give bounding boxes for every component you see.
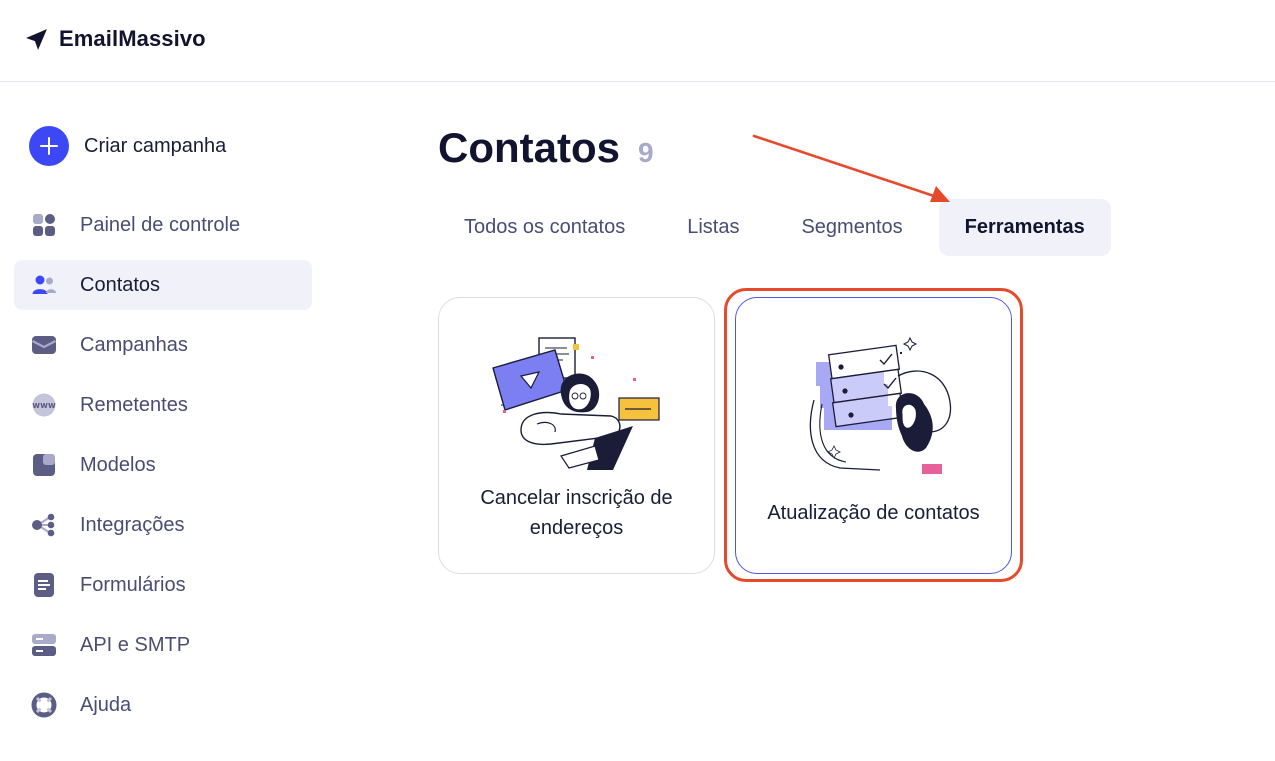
- sidebar-nav: Painel de controle Contatos Campanhas ww…: [14, 200, 312, 740]
- sidebar-item-label: Modelos: [80, 453, 156, 476]
- sidebar-item-contatos[interactable]: Contatos: [14, 260, 312, 310]
- create-campaign-button[interactable]: Criar campanha: [29, 126, 226, 166]
- server-icon: [31, 632, 57, 658]
- sidebar-item-api-smtp[interactable]: API e SMTP: [14, 620, 312, 670]
- annotation-arrow-icon: [752, 134, 950, 202]
- contact-update-card[interactable]: Atualização de contatos: [735, 297, 1012, 574]
- contact-update-illustration: [809, 336, 952, 474]
- sidebar-item-label: Painel de controle: [80, 213, 241, 236]
- contacts-icon: [31, 272, 57, 298]
- form-icon: [31, 572, 57, 598]
- page-title-text: Contatos: [438, 124, 620, 171]
- sidebar-item-label: Remetentes: [80, 393, 188, 416]
- sidebar-item-modelos[interactable]: Modelos: [14, 440, 312, 490]
- sidebar-item-painel[interactable]: Painel de controle: [14, 200, 312, 250]
- www-icon: www: [31, 392, 57, 418]
- page-title: Contatos 9: [438, 124, 654, 172]
- tab-todos-os-contatos[interactable]: Todos os contatos: [438, 199, 651, 256]
- sidebar-item-ajuda[interactable]: Ajuda: [14, 680, 312, 730]
- integrations-icon: [31, 512, 57, 538]
- template-icon: [31, 452, 57, 478]
- sidebar-item-integracoes[interactable]: Integrações: [14, 500, 312, 550]
- sidebar-item-label: Formulários: [80, 573, 186, 596]
- lifebuoy-icon: [31, 692, 57, 718]
- sidebar-item-formularios[interactable]: Formulários: [14, 560, 312, 610]
- sidebar-item-label: Integrações: [80, 513, 185, 536]
- brand-logo[interactable]: EmailMassivo: [24, 26, 206, 52]
- contacts-tabs: Todos os contatos Listas Segmentos Ferra…: [438, 199, 1111, 256]
- unsubscribe-card[interactable]: Cancelar inscrição de endereços: [438, 297, 715, 574]
- contact-update-card-label: Atualização de contatos: [767, 502, 980, 524]
- svg-text:www: www: [32, 401, 56, 411]
- campaign-icon: [31, 332, 57, 358]
- sidebar-item-label: Ajuda: [80, 693, 132, 716]
- sidebar-item-label: API e SMTP: [80, 633, 191, 656]
- unsubscribe-card-label: Cancelar inscrição de endereços: [480, 487, 673, 539]
- contacts-count: 9: [638, 137, 654, 168]
- top-bar: EmailMassivo: [0, 0, 1275, 82]
- plus-icon: [29, 126, 69, 166]
- sidebar-item-label: Contatos: [80, 273, 161, 296]
- unsubscribe-illustration: [492, 337, 660, 470]
- brand-name: EmailMassivo: [59, 26, 206, 51]
- sidebar-item-campanhas[interactable]: Campanhas: [14, 320, 312, 370]
- dashboard-icon: [31, 212, 57, 238]
- create-campaign-label: Criar campanha: [84, 134, 227, 157]
- tab-listas[interactable]: Listas: [661, 199, 765, 256]
- tab-ferramentas[interactable]: Ferramentas: [938, 199, 1111, 256]
- tab-segmentos[interactable]: Segmentos: [775, 199, 928, 256]
- sidebar-item-remetentes[interactable]: www Remetentes: [14, 380, 312, 430]
- paper-plane-icon: [26, 28, 47, 50]
- sidebar-item-label: Campanhas: [80, 333, 188, 356]
